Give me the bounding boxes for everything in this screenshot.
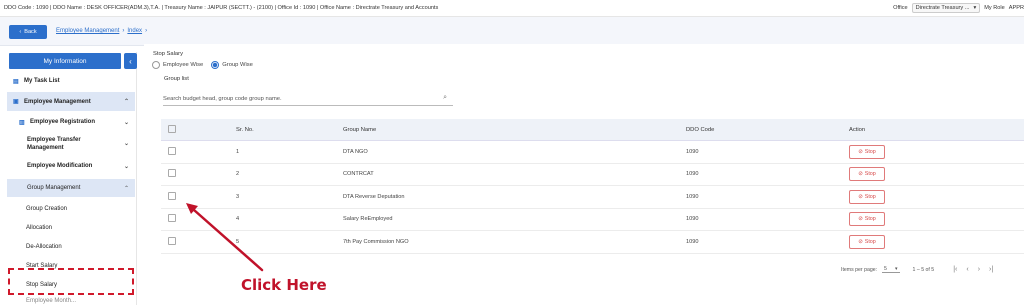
annotation-arrow: [186, 203, 264, 272]
click-here-annotation: Click Here: [241, 276, 327, 294]
